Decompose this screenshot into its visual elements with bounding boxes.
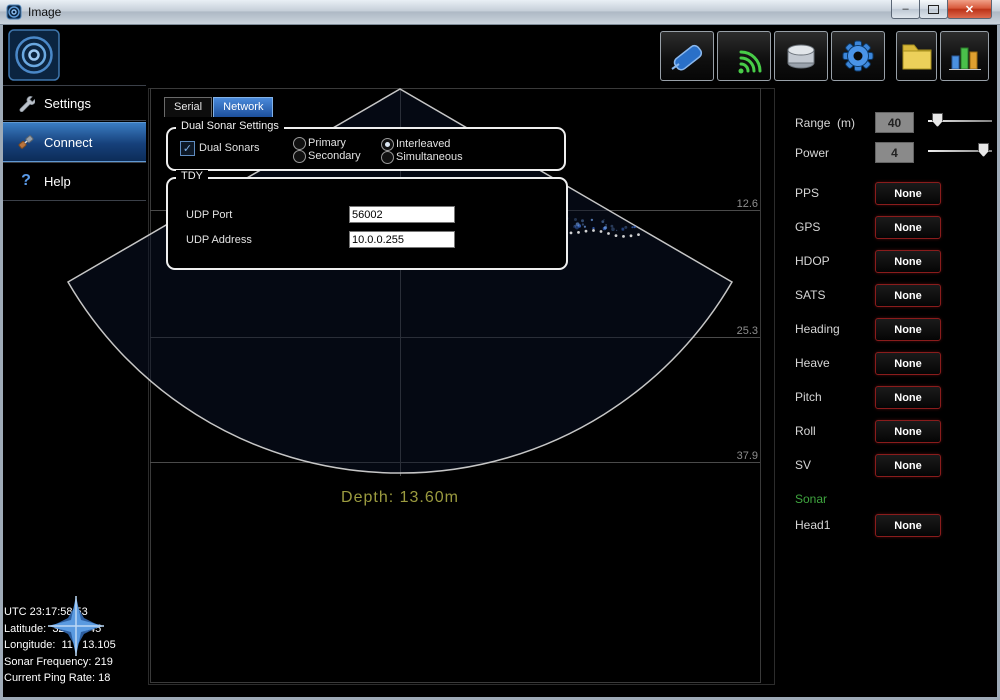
range-slider[interactable] — [928, 112, 992, 129]
pitch-label: Pitch — [795, 390, 822, 404]
titlebar[interactable]: Image — [0, 0, 1000, 25]
dual-sonars-checkbox[interactable] — [180, 141, 195, 156]
app-logo-sonar-icon[interactable] — [8, 29, 60, 81]
roll-label: Roll — [795, 424, 816, 438]
range-tick-1: 12.6 — [716, 198, 758, 210]
heave-label: Heave — [795, 356, 830, 370]
power-label: Power — [795, 146, 829, 160]
hdop-none-button[interactable]: None — [875, 250, 941, 273]
question-icon: ? — [16, 171, 36, 191]
pps-none-button[interactable]: None — [875, 182, 941, 205]
disk-icon — [776, 33, 826, 79]
gps-label: GPS — [795, 220, 820, 234]
plug-icon — [16, 132, 36, 152]
sidebar-label-connect: Connect — [44, 135, 92, 150]
dual-sonar-group-title: Dual Sonar Settings — [176, 120, 284, 132]
heave-none-button[interactable]: None — [875, 352, 941, 375]
heading-none-button[interactable]: None — [875, 318, 941, 341]
sidebar-item-connect[interactable]: Connect — [0, 122, 146, 162]
chart-icon — [944, 36, 986, 76]
range-tick-3: 37.9 — [716, 450, 758, 462]
pps-label: PPS — [795, 186, 819, 200]
range-label: Range (m) — [795, 116, 855, 130]
radio-simultaneous[interactable] — [381, 151, 394, 164]
tdy-group: TDY UDP Port UDP Address — [166, 177, 568, 270]
status-ping-rate: Current Ping Rate: 18 — [4, 670, 116, 687]
sonar-beam-icon — [719, 33, 769, 79]
window-title: Image — [28, 5, 61, 19]
settings-gear-toolbar-button[interactable] — [831, 31, 885, 81]
gps-none-button[interactable]: None — [875, 216, 941, 239]
app-icon — [6, 4, 22, 20]
sidebar-item-help[interactable]: ? Help — [0, 164, 146, 198]
radio-primary[interactable] — [293, 137, 306, 150]
sats-none-button[interactable]: None — [875, 284, 941, 307]
tab-network[interactable]: Network — [213, 97, 273, 117]
chart-toolbar-button[interactable] — [940, 31, 989, 81]
udp-address-input[interactable] — [349, 231, 455, 248]
pitch-none-button[interactable]: None — [875, 386, 941, 409]
folder-toolbar-button[interactable] — [896, 31, 937, 81]
dual-sonars-checkbox-label: Dual Sonars — [199, 142, 260, 154]
dual-sonar-settings-group: Dual Sonar Settings Dual Sonars Primary … — [166, 127, 566, 171]
settings-tabs: Serial Network — [164, 97, 274, 117]
hdop-label: HDOP — [795, 254, 830, 268]
sonar-fan-display — [0, 0, 1000, 700]
gear-icon — [833, 33, 883, 79]
head1-none-button[interactable]: None — [875, 514, 941, 537]
sidebar-item-settings[interactable]: Settings — [0, 86, 146, 120]
radio-interleaved-label: Interleaved — [396, 138, 450, 150]
wrench-icon — [16, 93, 36, 113]
sidebar-label-settings: Settings — [44, 96, 91, 111]
udp-address-label: UDP Address — [186, 234, 252, 246]
depth-readout: Depth: 13.60m — [300, 489, 500, 507]
range-slider-handle[interactable] — [932, 113, 943, 127]
tab-serial[interactable]: Serial — [164, 97, 212, 117]
folder-icon — [899, 36, 935, 76]
sv-label: SV — [795, 458, 811, 472]
power-slider[interactable] — [928, 142, 992, 159]
tdy-group-title: TDY — [176, 170, 208, 182]
range-tick-2: 25.3 — [716, 325, 758, 337]
close-button[interactable]: ✕ — [947, 0, 992, 19]
radio-interleaved[interactable] — [381, 138, 394, 151]
udp-port-label: UDP Port — [186, 209, 232, 221]
transducer-icon — [662, 33, 712, 79]
sats-label: SATS — [795, 288, 825, 302]
radio-primary-label: Primary — [308, 137, 346, 149]
app-window: 12.6 25.3 37.9 Depth: 13.60m Image – ✕ — [0, 0, 1000, 700]
disk-toolbar-button[interactable] — [774, 31, 828, 81]
heading-label: Heading — [795, 322, 840, 336]
sv-none-button[interactable]: None — [875, 454, 941, 477]
minimize-button[interactable]: – — [891, 0, 920, 19]
sidebar-label-help: Help — [44, 174, 71, 189]
sonar-beam-toolbar-button[interactable] — [717, 31, 771, 81]
sonar-section-label: Sonar — [795, 492, 827, 506]
radio-secondary[interactable] — [293, 150, 306, 163]
maximize-button[interactable] — [919, 0, 948, 19]
compass-star-logo — [44, 596, 108, 656]
power-slider-handle[interactable] — [978, 143, 989, 157]
head1-label: Head1 — [795, 518, 830, 532]
roll-none-button[interactable]: None — [875, 420, 941, 443]
range-value: 40 — [875, 112, 914, 133]
radio-simultaneous-label: Simultaneous — [396, 151, 463, 163]
transducer-toolbar-button[interactable] — [660, 31, 714, 81]
udp-port-input[interactable] — [349, 206, 455, 223]
radio-secondary-label: Secondary — [308, 150, 361, 162]
power-value: 4 — [875, 142, 914, 163]
